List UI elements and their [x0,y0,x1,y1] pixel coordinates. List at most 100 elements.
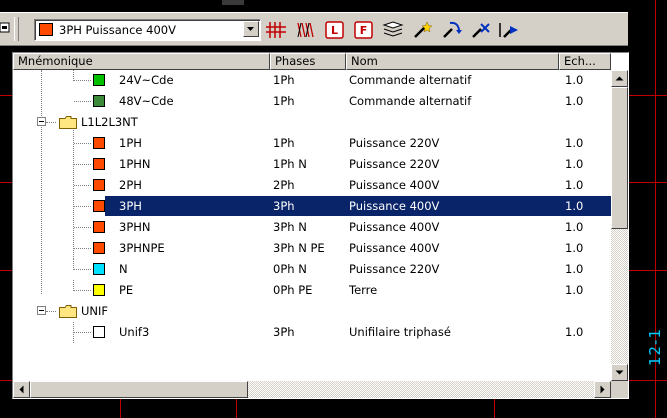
tree-folder-unif[interactable]: UNIF [13,301,611,322]
svg-text:F: F [360,24,368,37]
f-box-button[interactable]: F [351,20,377,40]
tree-row-1ph[interactable]: 1PH 1Ph Puissance 220V 1.0 [13,133,611,154]
arrow-right-icon [600,385,605,394]
wire-bundle-button[interactable] [293,20,319,40]
tree-connector [74,101,91,102]
tree-row-24v-cde[interactable]: 24V~Cde 1Ph Commande alternatif 1.0 [13,70,611,91]
tree-row-3ph-selected[interactable]: 3PH 3Ph Puissance 400V 1.0 [13,195,611,217]
collapse-toggle-icon[interactable] [37,306,46,315]
cell-ech: 1.0 [565,136,584,150]
print-icon[interactable] [0,21,10,35]
magic-wand-button[interactable] [409,20,435,40]
cell-nom: Puissance 220V [349,157,440,171]
tree-row-48v-cde[interactable]: 48V~Cde 1Ph Commande alternatif 1.0 [13,91,611,112]
horizontal-scroll-thumb[interactable] [30,381,248,398]
chevron-down-icon [247,27,254,31]
cell-mnemonique: 3PH [119,199,142,213]
f-box-icon: F [354,21,373,39]
scroll-left-button[interactable] [13,381,30,398]
canvas-title-fragment [222,0,244,5]
wand-select-button[interactable] [496,20,522,40]
tree-row-n[interactable]: N 0Ph N Puissance 220V 1.0 [13,259,611,280]
scroll-right-button[interactable] [594,381,611,398]
tree-row-2ph[interactable]: 2PH 2Ph Puissance 400V 1.0 [13,175,611,196]
column-header-nom[interactable]: Nom [346,53,559,70]
cell-phases: 0Ph PE [273,283,313,297]
scroll-down-button[interactable] [611,364,628,381]
tree-row-1phn[interactable]: 1PHN 1Ph N Puissance 220V 1.0 [13,154,611,175]
cell-nom: Puissance 220V [349,262,440,276]
cell-ech: 1.0 [565,157,584,171]
svg-text:L: L [331,24,338,37]
wire-type-combo[interactable]: 3PH Puissance 400V [34,19,261,41]
toolbar-grip[interactable] [14,17,19,41]
column-header-mnemonique[interactable]: Mnémonique [13,53,270,70]
arrow-left-icon [19,385,24,394]
arrow-down-icon [615,370,624,375]
cell-ech: 1.0 [565,199,584,213]
tree-connector [74,290,91,291]
cell-mnemonique: 1PH [119,136,142,150]
column-header-ech[interactable]: Ech... [559,53,611,70]
magic-wand-icon [414,21,433,38]
tree-row-3phn[interactable]: 3PHN 3Ph N Puissance 400V 1.0 [13,217,611,238]
color-swatch [93,263,105,275]
combo-value: 3PH Puissance 400V [59,23,176,37]
color-swatch [93,158,105,170]
tree-connector [46,311,56,312]
cell-phases: 3Ph [273,199,295,213]
tree-folder-l1l2l3nt[interactable]: L1L2L3NT [13,112,611,133]
tree-connector [74,248,91,249]
column-header-phases[interactable]: Phases [270,53,346,70]
cell-nom: Commande alternatif [349,73,472,87]
vertical-scrollbar[interactable] [611,70,628,381]
multi-wire-icon [266,22,286,38]
cell-mnemonique: 1PHN [119,157,151,171]
cell-nom: Puissance 400V [349,199,440,213]
collapse-toggle-icon[interactable] [37,117,46,126]
canvas-grid-line [494,397,495,418]
cell-phases: 3Ph N PE [273,241,325,255]
tree-rows: 24V~Cde 1Ph Commande alternatif 1.0 48V~… [13,70,611,381]
cell-phases: 0Ph N [273,262,307,276]
cell-mnemonique: Unif3 [119,325,150,339]
color-swatch [93,74,105,86]
tree-connector [74,332,91,333]
cell-phases: 2Ph [273,178,295,192]
cell-nom: Terre [349,283,378,297]
canvas-side-label: 12-1 [646,328,664,367]
cell-ech: 1.0 [565,241,584,255]
color-swatch [93,137,105,149]
horizontal-scrollbar[interactable] [13,381,611,398]
cell-nom: Puissance 400V [349,220,440,234]
cell-mnemonique: L1L2L3NT [81,115,138,129]
vertical-scroll-thumb[interactable] [611,87,628,229]
wand-arrow-button[interactable] [438,20,464,40]
tree-row-unif3[interactable]: Unif3 3Ph Unifilaire triphasé 1.0 [13,322,611,343]
tree-row-3phnpe[interactable]: 3PHNPE 3Ph N PE Puissance 400V 1.0 [13,238,611,259]
tree-connector [74,80,91,81]
tree-row-pe[interactable]: PE 0Ph PE Terre 1.0 [13,280,611,301]
wand-remove-button[interactable] [467,20,493,40]
cell-nom: Puissance 220V [349,136,440,150]
wire-bundle-icon [297,22,314,38]
wire-type-tree[interactable]: Mnémonique Phases Nom Ech... 24V~Cde 1Ph… [12,52,629,399]
scroll-up-button[interactable] [611,70,628,87]
combo-dropdown-button[interactable] [243,21,259,37]
cell-mnemonique: 2PH [119,178,142,192]
cell-ech: 1.0 [565,73,584,87]
cell-phases: 1Ph [273,73,295,87]
multi-wire-button[interactable] [264,20,290,40]
wand-remove-icon [472,23,490,38]
stack-list-button[interactable] [380,20,406,40]
color-swatch [93,242,105,254]
cell-ech: 1.0 [565,325,584,339]
cell-phases: 1Ph N [273,157,307,171]
cell-mnemonique: UNIF [81,304,109,318]
l-box-button[interactable]: L [322,20,348,40]
cell-ech: 1.0 [565,220,584,234]
tree-connector [74,227,91,228]
stack-list-icon [382,21,404,37]
color-swatch [93,95,105,107]
cell-nom: Puissance 400V [349,178,440,192]
